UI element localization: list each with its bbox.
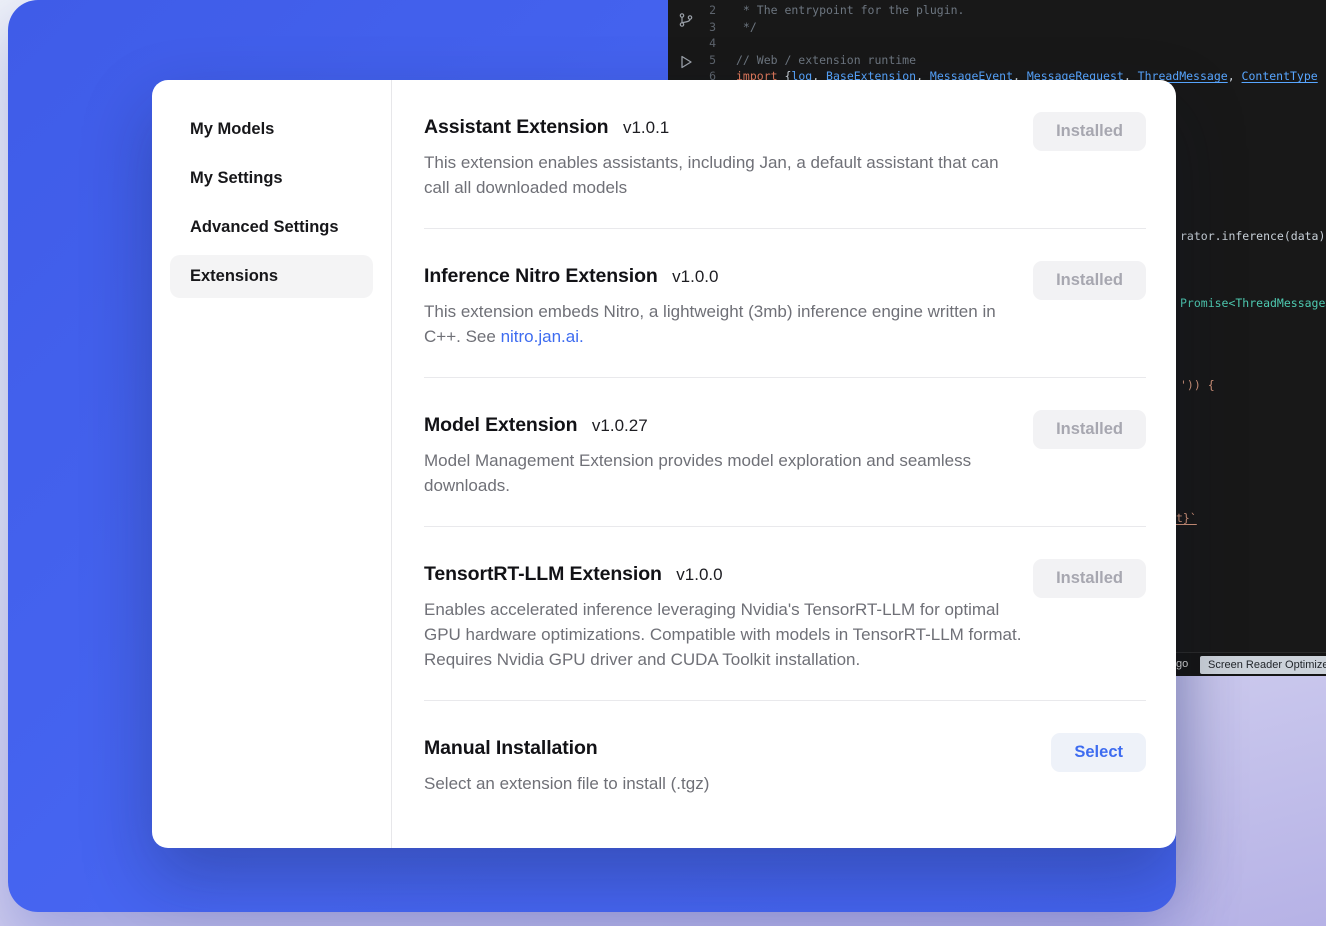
divider (424, 377, 1146, 378)
status-bar-text: go (1176, 658, 1188, 670)
extension-section-tensorrt: TensortRT-LLM Extension v1.0.0 Enables a… (424, 561, 1146, 672)
divider (424, 700, 1146, 701)
installed-button[interactable]: Installed (1033, 112, 1146, 151)
divider (424, 526, 1146, 527)
line-number: 4 (668, 35, 736, 52)
extension-description: Model Management Extension provides mode… (424, 448, 1024, 498)
code-line: 3 */ (668, 19, 1326, 36)
sidebar-item-extensions[interactable]: Extensions (170, 255, 373, 298)
code-text: , (1228, 68, 1242, 85)
extension-title: TensortRT-LLM Extension (424, 563, 662, 585)
code-fragment: rator.inference(data)); (1180, 229, 1326, 243)
settings-modal: My Models My Settings Advanced Settings … (152, 80, 1176, 848)
installed-button[interactable]: Installed (1033, 410, 1146, 449)
manual-installation-title: Manual Installation (424, 737, 598, 759)
line-number: 5 (668, 52, 736, 69)
sidebar-item-my-models[interactable]: My Models (170, 108, 373, 151)
nitro-jan-ai-link[interactable]: nitro.jan.ai. (501, 327, 584, 346)
extension-section-model: Model Extension v1.0.27 Model Management… (424, 412, 1146, 498)
code-text: */ (736, 19, 757, 36)
settings-sidebar: My Models My Settings Advanced Settings … (152, 80, 392, 848)
extension-section-assistant: Assistant Extension v1.0.1 This extensio… (424, 114, 1146, 200)
extension-version: v1.0.0 (676, 565, 722, 584)
extension-description: This extension embeds Nitro, a lightweig… (424, 299, 1024, 349)
code-line: 5 // Web / extension runtime (668, 52, 1326, 69)
code-text: // Web / extension runtime (736, 52, 916, 69)
select-file-button[interactable]: Select (1051, 733, 1146, 772)
code-import-symbol: ContentType (1242, 68, 1318, 85)
code-lines: 2 * The entrypoint for the plugin. 3 */ … (668, 2, 1326, 85)
extension-description: Enables accelerated inference leveraging… (424, 597, 1024, 672)
divider (424, 228, 1146, 229)
extensions-list: Assistant Extension v1.0.1 This extensio… (392, 80, 1176, 848)
extension-title: Assistant Extension (424, 116, 608, 138)
extension-version: v1.0.0 (672, 267, 718, 286)
manual-installation-section: Manual Installation Select an extension … (424, 735, 1146, 796)
extension-section-nitro: Inference Nitro Extension v1.0.0 This ex… (424, 263, 1146, 349)
line-number: 3 (668, 19, 736, 36)
line-number: 2 (668, 2, 736, 19)
code-line: 4 (668, 35, 1326, 52)
extension-title: Inference Nitro Extension (424, 265, 658, 287)
code-fragment: Promise<ThreadMessage> (1180, 296, 1326, 310)
code-text: * The entrypoint for the plugin. (736, 2, 964, 19)
code-fragment: ')) { (1180, 378, 1215, 392)
extension-title: Model Extension (424, 414, 577, 436)
extension-description: This extension enables assistants, inclu… (424, 150, 1024, 200)
extension-version: v1.0.27 (592, 416, 648, 435)
sidebar-item-my-settings[interactable]: My Settings (170, 157, 373, 200)
extension-version: v1.0.1 (623, 118, 669, 137)
screen-reader-chip: Screen Reader Optimize (1200, 656, 1326, 674)
code-line: 2 * The entrypoint for the plugin. (668, 2, 1326, 19)
installed-button[interactable]: Installed (1033, 559, 1146, 598)
manual-installation-description: Select an extension file to install (.tg… (424, 771, 709, 796)
sidebar-item-advanced-settings[interactable]: Advanced Settings (170, 206, 373, 249)
code-fragment: t}` (1176, 511, 1197, 525)
installed-button[interactable]: Installed (1033, 261, 1146, 300)
